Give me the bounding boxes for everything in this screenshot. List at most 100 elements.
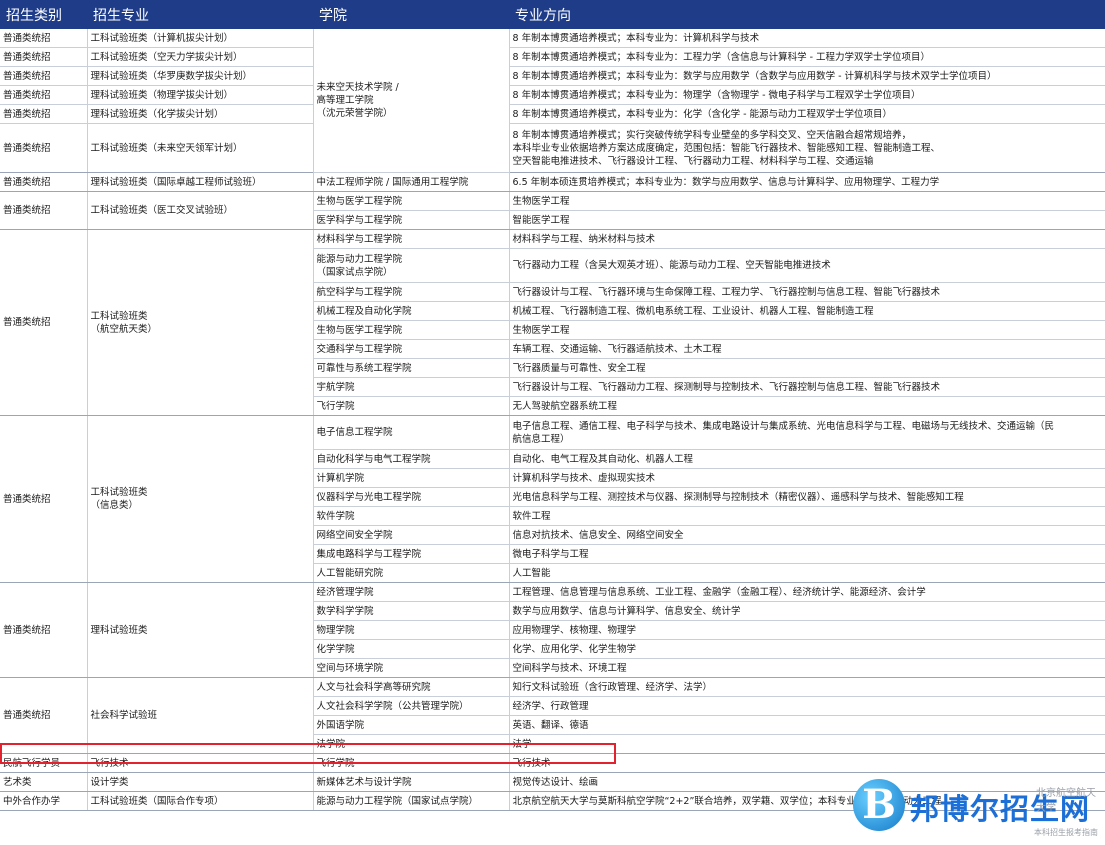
school-cell: 可靠性与系统工程学院 — [312, 358, 509, 378]
major-cell: 工科试验班类 （航空航天类） — [86, 229, 313, 416]
direction-cell: 车辆工程、交通运输、飞行器适航技术、土木工程 — [508, 339, 1105, 359]
direction-cell: 飞行器设计与工程、飞行器动力工程、探测制导与控制技术、飞行器控制与信息工程、智能… — [508, 377, 1105, 397]
school-cell: 机械工程及自动化学院 — [312, 301, 509, 321]
table-row: 普通类统招 工科试验班类（医工交叉试验班） 生物与医学工程学院 生物医学工程 — [0, 191, 1105, 230]
school-cell: 能源与动力工程学院（国家试点学院） — [312, 791, 509, 811]
school-cell: 经济管理学院 — [312, 582, 509, 602]
school-cell: 软件学院 — [312, 506, 509, 526]
direction-cell: 空间科学与技术、环境工程 — [508, 658, 1105, 678]
category-cell: 普通类统招 — [0, 29, 87, 48]
school-cell: 化学学院 — [312, 639, 509, 659]
category-cell: 中外合作办学 — [0, 791, 87, 811]
table-row: 普通类统招 工科试验班类（未来空天领军计划） 8 年制本博贯通培养模式；实行突破… — [0, 123, 1105, 173]
major-cell: 理科试验班类（国际卓越工程师试验班） — [86, 172, 313, 192]
school-cell: 交通科学与工程学院 — [312, 339, 509, 359]
school-cell: 医学科学与工程学院 — [312, 210, 509, 230]
major-cell: 工科试验班类 （信息类） — [86, 415, 313, 583]
direction-cell: 信息对抗技术、信息安全、网络空间安全 — [508, 525, 1105, 545]
school-cell: 数学科学学院 — [312, 601, 509, 621]
direction-cell: 材料科学与工程、纳米材料与技术 — [508, 229, 1105, 249]
major-cell: 工科试验班类（未来空天领军计划） — [86, 123, 313, 173]
school-cell: 人文社会科学学院（公共管理学院） — [312, 696, 509, 716]
school-cell: 人文与社会科学高等研究院 — [312, 677, 509, 697]
direction-cell: 8 年制本博贯通培养模式，本科专业为：化学（含化学 - 能源与动力工程双学士学位… — [508, 104, 1105, 124]
category-cell: 普通类统招 — [0, 191, 87, 230]
school-cell: 集成电路科学与工程学院 — [312, 544, 509, 564]
school-cell: 法学院 — [312, 734, 509, 754]
direction-cell: 飞行器质量与可靠性、安全工程 — [508, 358, 1105, 378]
school-cell: 航空科学与工程学院 — [312, 282, 509, 302]
admission-table: 招生类别 招生专业 学院 专业方向 普通类统招 工科试验班类（计算机拔尖计划） … — [0, 0, 1105, 811]
direction-cell: 光电信息科学与工程、测控技术与仪器、探测制导与控制技术（精密仪器）、遥感科学与技… — [508, 487, 1105, 507]
school-cell: 自动化科学与电气工程学院 — [312, 449, 509, 469]
school-cell: 飞行学院 — [312, 753, 509, 773]
school-cell: 外国语学院 — [312, 715, 509, 735]
direction-cell: 计算机科学与技术、虚拟现实技术 — [508, 468, 1105, 488]
school-cell: 新媒体艺术与设计学院 — [312, 772, 509, 792]
school-cell: 物理学院 — [312, 620, 509, 640]
table-header-row: 招生类别 招生专业 学院 专业方向 — [0, 0, 1105, 29]
major-cell: 理科试验班类（化学拔尖计划） — [86, 104, 313, 124]
school-cell: 电子信息工程学院 — [312, 415, 509, 450]
school-cell: 计算机学院 — [312, 468, 509, 488]
header-category: 招生类别 — [0, 0, 87, 29]
direction-cell: 8 年制本博贯通培养模式；本科专业为：计算机科学与技术 — [508, 29, 1105, 48]
school-cell: 未来空天技术学院 / 高等理工学院 （沈元荣誉学院） — [312, 29, 509, 173]
table-row: 普通类统招 工科试验班类（空天力学拔尖计划） 8 年制本博贯通培养模式；本科专业… — [0, 47, 1105, 67]
watermark-guide: 本科招生报考指南 — [1034, 828, 1098, 837]
category-cell: 民航飞行学员 — [0, 753, 87, 773]
school-cell: 仪器科学与光电工程学院 — [312, 487, 509, 507]
direction-cell: 数学与应用数学、信息与计算科学、信息安全、统计学 — [508, 601, 1105, 621]
direction-cell: 化学、应用化学、化学生物学 — [508, 639, 1105, 659]
major-label: 工科试验班类 （信息类） — [90, 487, 148, 511]
school-cell: 人工智能研究院 — [312, 563, 509, 583]
direction-cell: 微电子科学与工程 — [508, 544, 1105, 564]
direction-cell: 知行文科试验班（含行政管理、经济学、法学） — [508, 677, 1105, 697]
site-logo[interactable]: B 邦博尔招生网 北京航空航天大学 本科招生报考指南 — [850, 778, 1105, 845]
major-cell: 工科试验班类（计算机拔尖计划） — [86, 29, 313, 48]
major-cell: 理科试验班类（物理学拔尖计划） — [86, 85, 313, 105]
direction-cell: 人工智能 — [508, 563, 1105, 583]
school-label: 未来空天技术学院 / 高等理工学院 （沈元荣誉学院） — [316, 82, 399, 119]
major-cell: 理科试验班类 — [86, 582, 313, 678]
table-row: 普通类统招 理科试验班类（物理学拔尖计划） 8 年制本博贯通培养模式；本科专业为… — [0, 85, 1105, 105]
table-row: 普通类统招 工科试验班类 （航空航天类） 材料科学与工程学院 材料科学与工程、纳… — [0, 229, 1105, 416]
category-cell: 普通类统招 — [0, 47, 87, 67]
category-cell: 普通类统招 — [0, 104, 87, 124]
direction-cell: 6.5 年制本硕连贯培养模式；本科专业为：数学与应用数学、信息与计算科学、应用物… — [508, 172, 1105, 192]
header-major: 招生专业 — [87, 0, 313, 29]
direction-cell: 英语、翻译、德语 — [508, 715, 1105, 735]
direction-cell: 自动化、电气工程及其自动化、机器人工程 — [508, 449, 1105, 469]
category-cell: 普通类统招 — [0, 123, 87, 173]
direction-cell: 飞行技术 — [508, 753, 1105, 773]
direction-cell: 8 年制本博贯通培养模式；本科专业为：工程力学（含信息与计算科学 - 工程力学双… — [508, 47, 1105, 67]
category-cell: 普通类统招 — [0, 415, 87, 583]
direction-cell: 生物医学工程 — [508, 320, 1105, 340]
table-row: 普通类统招 理科试验班类（化学拔尖计划） 8 年制本博贯通培养模式，本科专业为：… — [0, 104, 1105, 124]
category-cell: 艺术类 — [0, 772, 87, 792]
major-cell: 飞行技术 — [86, 753, 313, 773]
school-cell: 宇航学院 — [312, 377, 509, 397]
header-direction: 专业方向 — [509, 0, 1105, 29]
table-row: 民航飞行学员 飞行技术 飞行学院 飞行技术 — [0, 753, 1105, 773]
table-row: 普通类统招 工科试验班类（计算机拔尖计划） 未来空天技术学院 / 高等理工学院 … — [0, 29, 1105, 173]
table-row: 普通类统招 理科试验班类 经济管理学院 工程管理、信息管理与信息系统、工业工程、… — [0, 582, 1105, 678]
school-cell: 网络空间安全学院 — [312, 525, 509, 545]
direction-cell: 工程管理、信息管理与信息系统、工业工程、金融学（金融工程）、经济统计学、能源经济… — [508, 582, 1105, 602]
direction-cell: 无人驾驶航空器系统工程 — [508, 396, 1105, 416]
category-cell: 普通类统招 — [0, 172, 87, 192]
direction-cell: 法学 — [508, 734, 1105, 754]
school-cell: 生物与医学工程学院 — [312, 320, 509, 340]
school-cell: 飞行学院 — [312, 396, 509, 416]
major-label: 工科试验班类 （航空航天类） — [90, 310, 158, 335]
logo-b-icon: B — [853, 779, 905, 831]
watermark-university: 北京航空航天大学 — [1036, 788, 1096, 814]
major-cell: 理科试验班类（华罗庚数学拔尖计划） — [86, 66, 313, 86]
category-cell: 普通类统招 — [0, 229, 87, 416]
school-cell: 生物与医学工程学院 — [312, 191, 509, 211]
direction-cell: 飞行器动力工程（含吴大观英才班）、能源与动力工程、空天智能电推进技术 — [508, 248, 1105, 283]
table-row: 普通类统招 理科试验班类（华罗庚数学拔尖计划） 8 年制本博贯通培养模式；本科专… — [0, 66, 1105, 86]
major-cell: 工科试验班类（国际合作专项） — [86, 791, 313, 811]
direction-cell: 机械工程、飞行器制造工程、微机电系统工程、工业设计、机器人工程、智能制造工程 — [508, 301, 1105, 321]
major-cell: 工科试验班类（医工交叉试验班） — [86, 191, 313, 230]
